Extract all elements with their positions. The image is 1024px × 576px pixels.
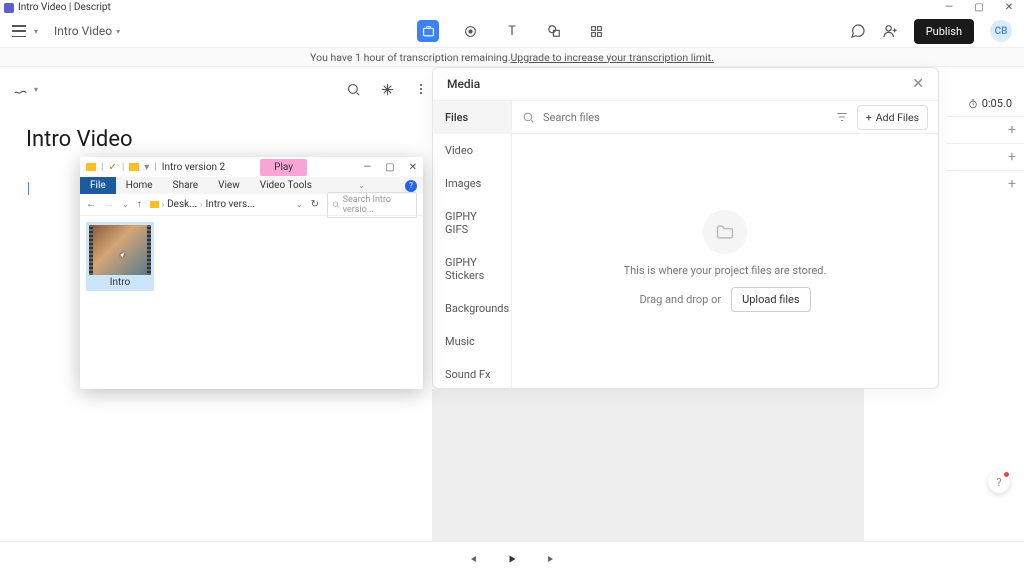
skip-back-icon[interactable] xyxy=(466,553,478,565)
time-display: 0:05.0 xyxy=(946,97,1024,116)
explorer-folder-name: Intro version 2 xyxy=(162,162,225,173)
track-row[interactable]: + xyxy=(946,170,1024,197)
category-music[interactable]: Music xyxy=(433,325,511,358)
chevron-down-icon[interactable]: ▾ xyxy=(34,27,38,36)
add-track-icon[interactable]: + xyxy=(1008,122,1016,138)
more-icon[interactable] xyxy=(413,81,429,97)
category-images[interactable]: Images xyxy=(433,167,511,200)
shapes-tool-icon[interactable] xyxy=(543,20,565,42)
skip-forward-icon[interactable] xyxy=(546,553,558,565)
menu-home[interactable]: Home xyxy=(116,177,163,194)
add-track-icon[interactable]: + xyxy=(1008,149,1016,165)
chevron-down-icon[interactable]: ⌄ xyxy=(358,181,365,190)
play-controls xyxy=(0,541,1024,576)
menu-icon[interactable] xyxy=(12,25,26,37)
file-name: Intro xyxy=(110,277,131,288)
folder-icon xyxy=(86,163,96,171)
media-categories: Files Video Images GIPHY GIFS GIPHY Stic… xyxy=(433,101,512,388)
search-icon xyxy=(522,111,535,124)
file-item[interactable]: Intro xyxy=(86,222,154,291)
video-thumbnail xyxy=(89,225,151,275)
publish-button[interactable]: Publish xyxy=(914,19,974,44)
search-input[interactable] xyxy=(543,111,827,124)
upload-files-button[interactable]: Upload files xyxy=(731,287,810,312)
explorer-minimize-icon[interactable]: — xyxy=(363,162,371,173)
chevron-down-icon[interactable]: ⌄ xyxy=(296,200,303,209)
window-title: Intro Video | Descript xyxy=(18,2,111,13)
help-fab[interactable]: ? xyxy=(988,471,1010,493)
category-files[interactable]: Files xyxy=(433,101,511,134)
upgrade-link[interactable]: Upgrade to increase your transcription l… xyxy=(510,51,713,64)
draw-tool-icon[interactable] xyxy=(12,81,28,97)
track-row[interactable]: + xyxy=(946,116,1024,143)
explorer-body[interactable]: Intro xyxy=(80,216,423,386)
category-giphy-gifs[interactable]: GIPHY GIFS xyxy=(433,200,511,246)
folder-icon xyxy=(129,163,139,171)
record-tool-icon[interactable] xyxy=(459,20,481,42)
explorer-search[interactable]: Search Intro versio... xyxy=(327,192,417,218)
play-icon[interactable] xyxy=(506,553,518,565)
text-cursor xyxy=(28,182,29,195)
timeline-panel: 0:05.0 + + + xyxy=(946,97,1024,197)
empty-message: This is where your project files are sto… xyxy=(624,264,827,277)
filter-icon[interactable] xyxy=(835,110,849,124)
app-icon xyxy=(4,3,14,13)
composition-title[interactable]: Intro Video xyxy=(26,127,133,152)
text-tool-icon[interactable]: T xyxy=(501,20,523,42)
chevron-down-icon[interactable]: ▾ xyxy=(34,85,38,94)
menu-file[interactable]: File xyxy=(80,177,116,194)
explorer-close-icon[interactable]: ✕ xyxy=(409,162,417,173)
play-tab[interactable]: Play xyxy=(260,159,307,176)
transcription-banner: You have 1 hour of transcription remaini… xyxy=(0,48,1024,67)
track-row[interactable]: + xyxy=(946,143,1024,170)
help-icon[interactable]: ? xyxy=(405,180,417,192)
folder-icon xyxy=(703,210,747,254)
user-avatar[interactable]: CB xyxy=(990,20,1012,42)
banner-text: You have 1 hour of transcription remaini… xyxy=(310,51,510,64)
project-name-label: Intro Video xyxy=(54,24,112,38)
close-button[interactable]: ✕ xyxy=(994,0,1024,15)
window-titlebar: Intro Video | Descript — ▢ ✕ xyxy=(0,0,1024,15)
category-soundfx[interactable]: Sound Fx xyxy=(433,358,511,388)
file-explorer-window: | ✓ | ▾ | Intro version 2 Play — ▢ ✕ Fil… xyxy=(80,157,423,389)
media-panel: Media ✕ Files Video Images GIPHY GIFS GI… xyxy=(432,67,939,389)
chat-icon[interactable] xyxy=(850,23,866,39)
explorer-titlebar[interactable]: | ✓ | ▾ | Intro version 2 Play — ▢ ✕ xyxy=(80,157,423,177)
category-video[interactable]: Video xyxy=(433,134,511,167)
drag-message: Drag and drop or xyxy=(639,293,721,306)
camera-tool-icon[interactable] xyxy=(417,20,439,42)
add-files-button[interactable]: +Add Files xyxy=(857,105,928,130)
media-panel-title: Media xyxy=(447,77,480,91)
menu-share[interactable]: Share xyxy=(163,177,208,194)
menu-video-tools[interactable]: Video Tools xyxy=(250,177,322,194)
close-icon[interactable]: ✕ xyxy=(912,76,924,92)
history-chevron-icon[interactable]: ⌄ xyxy=(122,200,129,209)
chevron-down-icon: ▾ xyxy=(116,27,120,36)
video-canvas[interactable] xyxy=(432,389,864,541)
explorer-maximize-icon[interactable]: ▢ xyxy=(385,162,394,173)
category-giphy-stickers[interactable]: GIPHY Stickers xyxy=(433,246,511,292)
maximize-button[interactable]: ▢ xyxy=(964,0,994,15)
search-icon[interactable] xyxy=(345,81,361,97)
add-track-icon[interactable]: + xyxy=(1008,176,1016,192)
grid-tool-icon[interactable] xyxy=(585,20,607,42)
category-backgrounds[interactable]: Backgrounds xyxy=(433,292,511,325)
project-dropdown[interactable]: Intro Video ▾ xyxy=(54,24,120,38)
refresh-icon[interactable]: ↻ xyxy=(311,199,319,210)
up-icon[interactable]: ↑ xyxy=(137,199,142,210)
menu-view[interactable]: View xyxy=(208,177,250,194)
back-icon[interactable]: ← xyxy=(86,199,96,210)
add-user-icon[interactable] xyxy=(882,23,898,39)
folder-icon xyxy=(150,201,159,208)
forward-icon: → xyxy=(104,199,114,210)
sparkle-icon[interactable] xyxy=(379,81,395,97)
explorer-navbar: ← → ⌄ ↑ › Desk... › Intro vers... ⌄ ↻ Se… xyxy=(80,194,423,216)
main-toolbar: ▾ Intro Video ▾ T Publish CB xyxy=(0,15,1024,48)
window-controls: — ▢ ✕ xyxy=(934,0,1024,15)
breadcrumb[interactable]: › Desk... › Intro vers... xyxy=(150,199,288,210)
minimize-button[interactable]: — xyxy=(934,0,964,15)
